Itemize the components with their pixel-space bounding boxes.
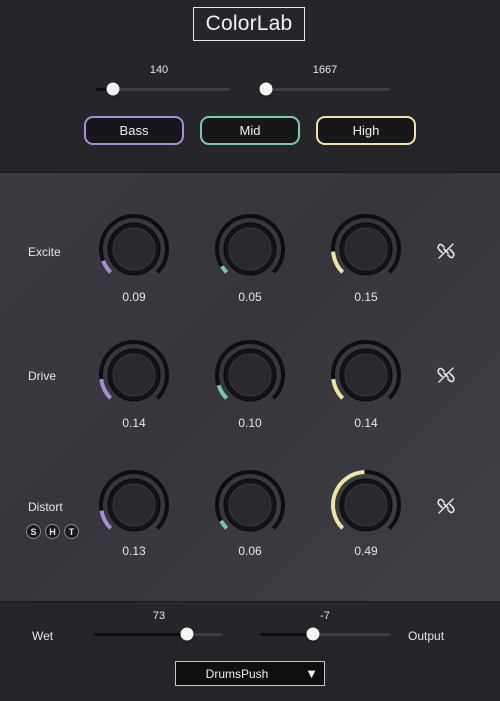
low-crossover-value: 140 xyxy=(149,64,169,76)
knob-graphic xyxy=(99,340,169,402)
knob-cap xyxy=(228,227,272,271)
drive-bass-knob[interactable] xyxy=(96,337,172,413)
knob-value-arc xyxy=(220,265,229,274)
drive-unlink-icon[interactable] xyxy=(436,365,456,385)
knob-graphic xyxy=(215,470,285,532)
knob-graphic xyxy=(99,214,169,276)
distort-label: Distort xyxy=(28,500,63,514)
excite-bass-value: 0.09 xyxy=(122,290,146,304)
bass-band-button[interactable]: Bass xyxy=(84,116,184,145)
knob-cap xyxy=(112,483,156,527)
knob-cap xyxy=(228,483,272,527)
excite-mid-knob[interactable] xyxy=(212,211,288,287)
distort-mode-s-button[interactable]: S xyxy=(26,524,41,539)
excite-high-value: 0.15 xyxy=(354,290,378,304)
low-crossover-thumb[interactable] xyxy=(106,82,120,96)
app-title: ColorLab xyxy=(193,7,305,41)
high-crossover-value: 1667 xyxy=(312,64,338,76)
knob-cap xyxy=(112,227,156,271)
drive-high-value: 0.14 xyxy=(354,416,378,430)
footer xyxy=(0,601,500,701)
knob-graphic xyxy=(215,340,285,402)
high-band-button[interactable]: High xyxy=(316,116,416,145)
distort-high-value: 0.49 xyxy=(354,544,378,558)
mid-band-button[interactable]: Mid xyxy=(200,116,300,145)
knob-cap xyxy=(344,353,388,397)
preset-name: DrumsPush xyxy=(205,666,269,681)
knob-cap xyxy=(344,227,388,271)
unlink-icon-graphic xyxy=(437,243,455,259)
knob-graphic xyxy=(331,214,401,276)
drive-label: Drive xyxy=(28,369,57,383)
distort-mid-knob[interactable] xyxy=(212,467,288,543)
wet-value: 73 xyxy=(152,610,166,622)
excite-bass-knob[interactable] xyxy=(96,211,172,287)
wet-slider-thumb[interactable] xyxy=(180,627,194,641)
knob-value-arc xyxy=(101,259,113,274)
high-crossover-track[interactable] xyxy=(266,88,390,91)
drive-mid-value: 0.10 xyxy=(238,416,262,430)
preset-dropdown[interactable]: DrumsPush ▼ xyxy=(175,661,325,686)
knob-cap xyxy=(228,353,272,397)
knob-graphic xyxy=(99,470,169,532)
output-label: Output xyxy=(408,629,445,643)
wet-slider-fill xyxy=(94,633,188,636)
distort-mode-t-button[interactable]: T xyxy=(64,524,79,539)
drive-bass-value: 0.14 xyxy=(122,416,146,430)
distort-high-knob[interactable] xyxy=(328,467,404,543)
excite-unlink-icon[interactable] xyxy=(436,241,456,261)
knob-graphic xyxy=(331,340,401,402)
distort-mid-value: 0.06 xyxy=(238,544,262,558)
knob-cap xyxy=(112,353,156,397)
output-value: -7 xyxy=(320,610,330,622)
knob-graphic xyxy=(331,470,401,532)
wet-label: Wet xyxy=(32,629,54,643)
excite-label: Excite xyxy=(28,245,61,259)
output-slider-thumb[interactable] xyxy=(306,627,320,641)
unlink-icon-graphic xyxy=(437,367,455,383)
knob-cap xyxy=(344,483,388,527)
knob-value-arc xyxy=(219,519,229,530)
excite-mid-value: 0.05 xyxy=(238,290,262,304)
drive-mid-knob[interactable] xyxy=(212,337,288,413)
distort-bass-knob[interactable] xyxy=(96,467,172,543)
distort-mode-h-button[interactable]: H xyxy=(45,524,60,539)
high-crossover-thumb[interactable] xyxy=(259,82,273,96)
distort-bass-value: 0.13 xyxy=(122,544,146,558)
unlink-icon-graphic xyxy=(437,498,455,514)
distort-unlink-icon[interactable] xyxy=(436,496,456,516)
caret-down-icon: ▼ xyxy=(305,666,318,681)
knob-value-arc xyxy=(216,384,229,400)
drive-high-knob[interactable] xyxy=(328,337,404,413)
knob-graphic xyxy=(215,214,285,276)
output-slider-fill xyxy=(260,633,314,636)
excite-high-knob[interactable] xyxy=(328,211,404,287)
header: ColorLab 140 1667 Bass Mid High xyxy=(0,0,500,170)
